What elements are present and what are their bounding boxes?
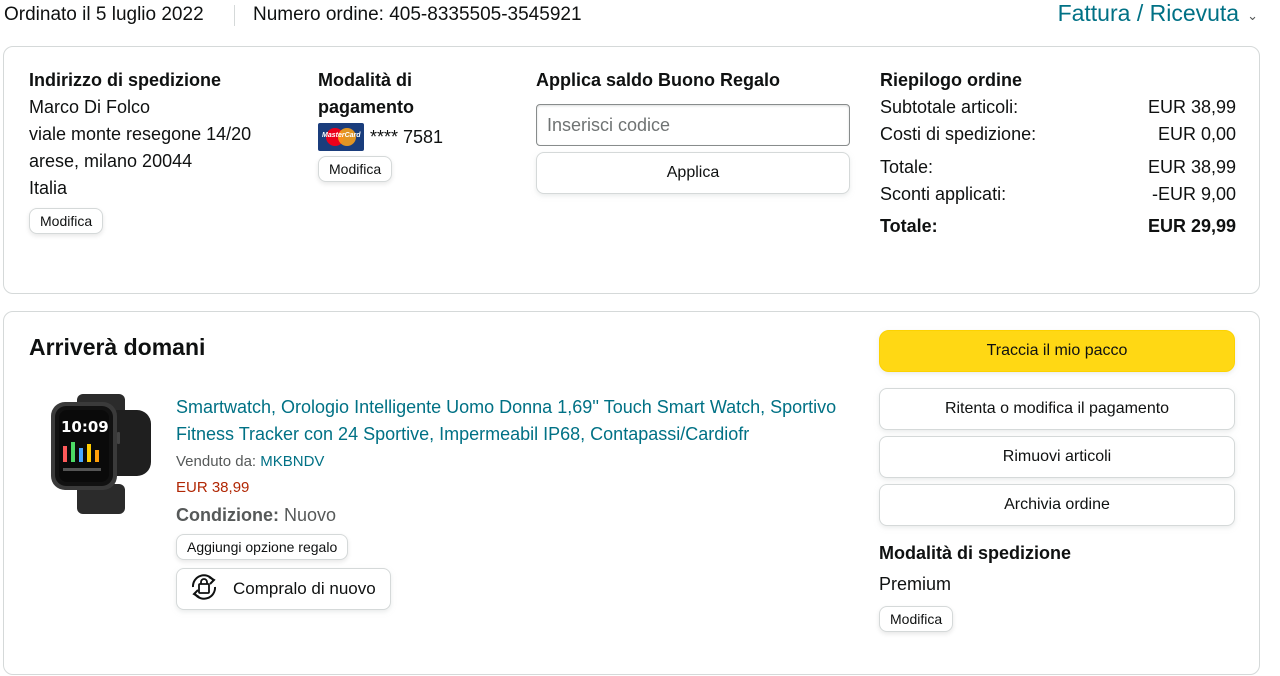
- summary-row: Subtotale articoli: EUR 38,99: [880, 94, 1236, 121]
- summary-row: Totale: EUR 38,99: [880, 154, 1236, 181]
- shipping-method-heading: Modalità di spedizione: [879, 543, 1072, 563]
- gift-card-heading: Applica saldo Buono Regalo: [536, 70, 781, 90]
- seller-link[interactable]: MKBNDV: [260, 453, 324, 470]
- grand-total-label: Totale:: [880, 216, 938, 236]
- summary-heading: Riepilogo ordine: [880, 70, 1022, 90]
- order-item: Smartwatch, Orologio Intelligente Uomo D…: [176, 394, 856, 610]
- summary-label: Totale:: [880, 157, 934, 177]
- buy-again-button[interactable]: Compralo di nuovo: [176, 568, 391, 610]
- item-price: EUR 38,99: [176, 479, 250, 496]
- item-condition: Condizione: Nuovo: [176, 502, 856, 528]
- summary-label: Subtotale articoli:: [880, 97, 1019, 117]
- summary-value: EUR 0,00: [1157, 124, 1236, 144]
- chevron-down-icon: ⌄: [1247, 7, 1258, 23]
- header-divider: [234, 5, 235, 26]
- payment-card-row: MasterCard **** 7581: [318, 123, 518, 151]
- grand-total-value: EUR 29,99: [1147, 216, 1236, 236]
- edit-shipping-method-button[interactable]: Modifica: [879, 606, 954, 632]
- order-date: Ordinato il 5 luglio 2022: [4, 4, 204, 25]
- summary-value: EUR 38,99: [1147, 97, 1236, 117]
- summary-value: EUR 38,99: [1147, 157, 1236, 177]
- edit-payment-button[interactable]: Modifica: [318, 156, 393, 182]
- seller-info: Venduto da: MKBNDV: [176, 451, 856, 473]
- summary-label: Sconti applicati:: [880, 184, 1007, 204]
- condition-label: Condizione:: [176, 505, 279, 525]
- payment-heading: Modalità di pagamento: [318, 70, 415, 117]
- delivery-status: Arriverà domani: [29, 334, 206, 360]
- condition-value: Nuovo: [284, 505, 337, 525]
- order-details-card: Indirizzo di spedizione Marco Di Folco v…: [3, 46, 1260, 294]
- buy-again-label: Compralo di nuovo: [233, 579, 376, 598]
- summary-value: -EUR 9,00: [1151, 184, 1236, 204]
- address-line: viale monte resegone 14/20: [29, 124, 252, 144]
- product-title-link[interactable]: Smartwatch, Orologio Intelligente Uomo D…: [176, 394, 856, 448]
- order-actions: Traccia il mio pacco Ritenta o modifica …: [879, 330, 1235, 632]
- grand-total-row: Totale: EUR 29,99: [880, 213, 1236, 240]
- remove-items-button[interactable]: Rimuovi articoli: [879, 436, 1235, 478]
- payment-section: Modalità di pagamento MasterCard **** 75…: [318, 67, 518, 182]
- order-number: Numero ordine: 405-8335505-3545921: [253, 4, 582, 25]
- retry-payment-button[interactable]: Ritenta o modifica il pagamento: [879, 388, 1235, 430]
- address-line: Marco Di Folco: [29, 97, 151, 117]
- shipping-address-section: Indirizzo di spedizione Marco Di Folco v…: [29, 67, 299, 234]
- shipping-address-heading: Indirizzo di spedizione: [29, 70, 222, 90]
- product-image[interactable]: 10:09: [41, 392, 157, 516]
- order-summary: Riepilogo ordine Subtotale articoli: EUR…: [880, 67, 1236, 240]
- add-gift-option-button[interactable]: Aggiungi opzione regalo: [176, 534, 349, 560]
- mastercard-icon: MasterCard: [318, 123, 364, 151]
- invoice-dropdown[interactable]: Fattura / Ricevuta ⌄: [1058, 0, 1258, 27]
- apply-gift-button[interactable]: Applica: [536, 152, 850, 194]
- summary-row: Costi di spedizione: EUR 0,00: [880, 121, 1236, 148]
- seller-label: Venduto da:: [176, 453, 257, 470]
- address-line: Italia: [29, 178, 68, 198]
- summary-row: Sconti applicati: -EUR 9,00: [880, 181, 1236, 208]
- invoice-link-label[interactable]: Fattura / Ricevuta: [1058, 0, 1240, 27]
- buy-again-icon: [187, 571, 221, 608]
- track-package-button[interactable]: Traccia il mio pacco: [879, 330, 1235, 372]
- summary-label: Costi di spedizione:: [880, 124, 1037, 144]
- shipping-method-section: Modalità di spedizione Premium Modifica: [879, 540, 1235, 632]
- order-header: Ordinato il 5 luglio 2022 Numero ordine:…: [0, 0, 1280, 34]
- svg-text:10:09: 10:09: [61, 418, 109, 436]
- shipping-method-value: Premium: [879, 574, 952, 594]
- edit-address-button[interactable]: Modifica: [29, 208, 104, 234]
- archive-order-button[interactable]: Archivia ordine: [879, 484, 1235, 526]
- card-number: **** 7581: [370, 126, 444, 147]
- shipment-card: Arriverà domani 10:09 Smartwatch, Orolog…: [3, 311, 1260, 675]
- gift-code-input[interactable]: [536, 104, 850, 146]
- gift-card-section: Applica saldo Buono Regalo Applica: [536, 67, 854, 194]
- address-line: arese, milano 20044: [29, 151, 193, 171]
